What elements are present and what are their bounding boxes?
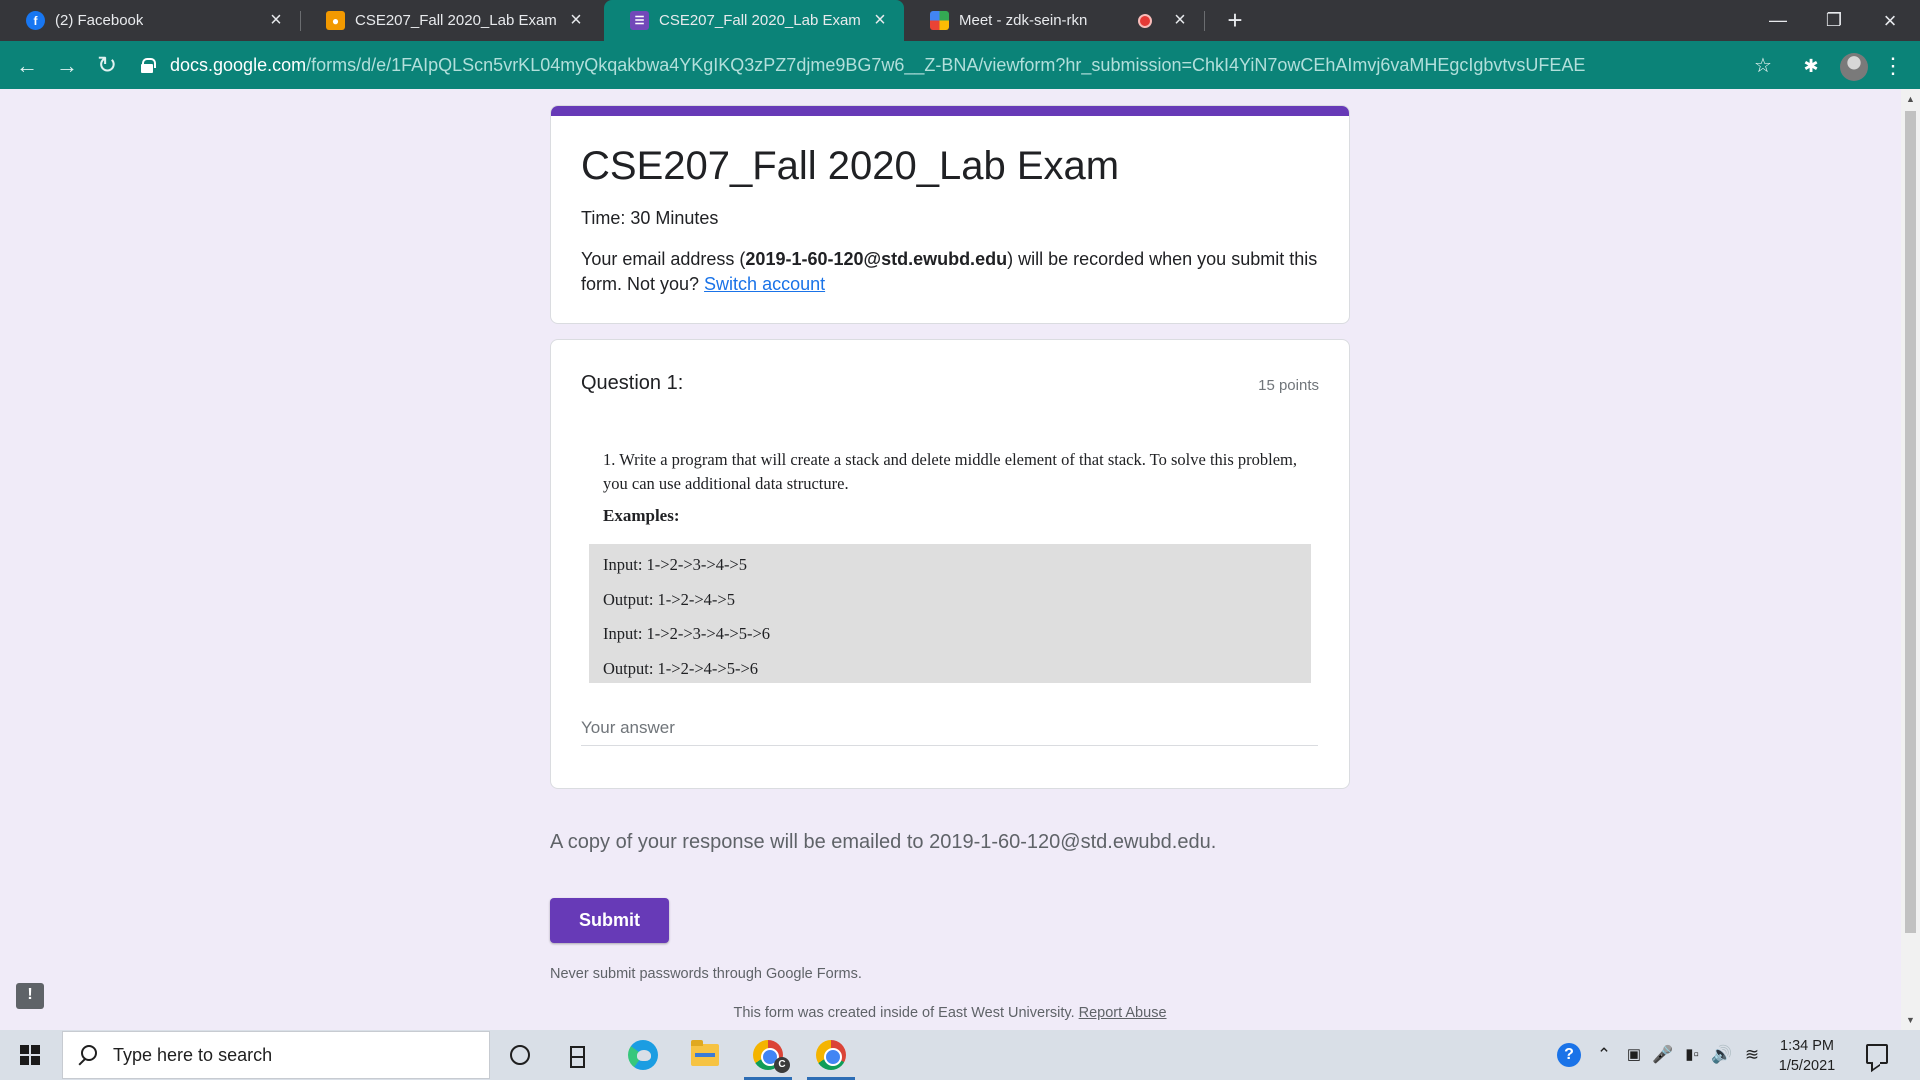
task-view-button[interactable] xyxy=(552,1030,608,1080)
volume-icon[interactable]: 🔊 xyxy=(1710,1044,1734,1066)
forward-arrow-icon[interactable]: → xyxy=(51,50,83,82)
email-notice: Your email address (2019-1-60-120@std.ew… xyxy=(581,247,1326,297)
submit-button[interactable]: Submit xyxy=(550,898,669,943)
scroll-up-arrow-icon[interactable]: ▲ xyxy=(1901,91,1920,107)
response-copy-notice: A copy of your response will be emailed … xyxy=(550,831,1217,853)
form-title: CSE207_Fall 2020_Lab Exam xyxy=(581,144,1120,188)
windows-taskbar: Type here to search C ? ⌃ ▣ 🎤 ▮▫ 🔊 ≋ 1:3… xyxy=(0,1030,1920,1080)
url-path: /forms/d/e/1FAIpQLScn5vrKL04myQkqakbwa4Y… xyxy=(306,54,1586,75)
edge-app[interactable] xyxy=(615,1030,671,1080)
task-view-icon xyxy=(570,1046,590,1068)
chrome-profile-app[interactable]: C xyxy=(740,1030,796,1080)
question-points: 15 points xyxy=(1258,377,1319,394)
tab-title: CSE207_Fall 2020_Lab Exam xyxy=(659,12,861,29)
google-classroom-icon: ● xyxy=(326,11,345,30)
switch-account-link[interactable]: Switch account xyxy=(704,274,825,294)
chrome-profile-badge: C xyxy=(774,1057,790,1073)
search-placeholder: Type here to search xyxy=(113,1044,273,1065)
report-abuse-link[interactable]: Report Abuse xyxy=(1079,1005,1167,1021)
tab-google-classroom[interactable]: ● CSE207_Fall 2020_Lab Exam × xyxy=(300,0,600,41)
url-host: docs.google.com xyxy=(170,54,307,75)
form-description: Time: 30 Minutes xyxy=(581,208,719,228)
minimize-button[interactable]: — xyxy=(1750,0,1806,41)
page-scrollbar[interactable]: ▲ ▼ xyxy=(1901,89,1920,1030)
reload-icon[interactable]: ↻ xyxy=(91,50,123,82)
tab-title: (2) Facebook xyxy=(55,12,144,29)
microphone-icon[interactable]: 🎤 xyxy=(1652,1044,1673,1066)
question-title: Question 1: xyxy=(581,372,684,394)
address-bar[interactable]: docs.google.com/forms/d/e/1FAIpQLScn5vrK… xyxy=(140,48,1770,82)
tab-title: CSE207_Fall 2020_Lab Exam xyxy=(355,12,557,29)
close-icon[interactable]: × xyxy=(266,10,286,30)
tab-title: Meet - zdk-sein-rkn xyxy=(959,12,1088,29)
notification-center-icon[interactable] xyxy=(1866,1044,1888,1064)
recording-indicator-icon xyxy=(1138,14,1152,28)
close-icon[interactable]: × xyxy=(566,10,586,30)
facebook-icon: f xyxy=(26,11,45,30)
chevron-up-icon[interactable]: ⌃ xyxy=(1594,1044,1614,1066)
lock-icon xyxy=(140,58,156,73)
respondent-email: 2019-1-60-120@std.ewubd.edu xyxy=(745,249,1008,269)
google-meet-icon xyxy=(930,11,949,30)
new-tab-button[interactable]: + xyxy=(1221,6,1249,34)
browser-toolbar: ← → ↻ docs.google.com/forms/d/e/1FAIpQLS… xyxy=(0,41,1920,89)
question-card: Question 1: 15 points 1. Write a program… xyxy=(550,339,1350,789)
close-icon[interactable]: × xyxy=(1170,10,1190,30)
wifi-icon[interactable]: ≋ xyxy=(1740,1044,1764,1066)
taskbar-search-box[interactable]: Type here to search xyxy=(62,1031,490,1079)
email-notice-prefix: Your email address ( xyxy=(581,249,746,269)
clock-time: 1:34 PM xyxy=(1780,1038,1834,1054)
system-clock[interactable]: 1:34 PM 1/5/2021 xyxy=(1772,1036,1842,1076)
example-line: Input: 1->2->3->4->5 xyxy=(603,555,747,574)
search-icon xyxy=(77,1045,97,1065)
answer-input[interactable] xyxy=(581,710,1318,746)
close-icon[interactable]: × xyxy=(870,10,890,30)
window-close-button[interactable]: × xyxy=(1862,0,1918,41)
form-header-card: CSE207_Fall 2020_Lab Exam Time: 30 Minut… xyxy=(550,105,1350,324)
bookmark-star-icon[interactable]: ☆ xyxy=(1750,53,1776,79)
form-accent-bar xyxy=(551,106,1349,116)
feedback-icon[interactable]: ! xyxy=(16,983,44,1009)
file-explorer-app[interactable] xyxy=(677,1030,733,1080)
help-icon[interactable]: ? xyxy=(1557,1043,1581,1067)
tab-separator xyxy=(1204,11,1205,31)
url-text: docs.google.com/forms/d/e/1FAIpQLScn5vrK… xyxy=(170,55,1585,76)
browser-tab-strip: f (2) Facebook × ● CSE207_Fall 2020_Lab … xyxy=(0,0,1920,41)
form-page: CSE207_Fall 2020_Lab Exam Time: 30 Minut… xyxy=(0,89,1920,1030)
folder-icon xyxy=(691,1040,719,1066)
password-warning: Never submit passwords through Google Fo… xyxy=(550,966,862,982)
chrome-app[interactable] xyxy=(803,1030,859,1080)
google-forms-icon: ☰ xyxy=(630,11,649,30)
clock-date: 1/5/2021 xyxy=(1778,1058,1836,1074)
examples-heading: Examples: xyxy=(603,506,680,525)
profile-avatar[interactable] xyxy=(1840,53,1868,81)
tab-google-forms[interactable]: ☰ CSE207_Fall 2020_Lab Exam × xyxy=(604,0,904,41)
example-line: Output: 1->2->4->5->6 xyxy=(603,658,758,678)
chrome-icon xyxy=(816,1040,846,1070)
examples-box: Input: 1->2->3->4->5 Output: 1->2->4->5 … xyxy=(589,544,1311,683)
meet-now-icon[interactable]: ▣ xyxy=(1624,1044,1644,1066)
start-button[interactable] xyxy=(0,1030,60,1080)
question-text: 1. Write a program that will create a st… xyxy=(603,450,1298,493)
example-line: Output: 1->2->4->5 xyxy=(603,589,735,609)
restore-button[interactable]: ❐ xyxy=(1806,0,1862,41)
windows-logo-icon xyxy=(20,1045,40,1065)
form-footer: This form was created inside of East Wes… xyxy=(0,1005,1900,1021)
cortana-button[interactable] xyxy=(492,1030,548,1080)
example-line: Input: 1->2->3->4->5->6 xyxy=(603,624,771,643)
kebab-menu-icon[interactable]: ⋮ xyxy=(1880,53,1906,79)
cortana-icon xyxy=(510,1045,530,1065)
back-arrow-icon[interactable]: ← xyxy=(11,50,43,82)
scroll-down-arrow-icon[interactable]: ▼ xyxy=(1901,1012,1920,1028)
created-notice: This form was created inside of East Wes… xyxy=(733,1005,1075,1021)
tab-google-meet[interactable]: Meet - zdk-sein-rkn × xyxy=(904,0,1205,41)
edge-icon xyxy=(628,1040,658,1070)
extensions-puzzle-icon[interactable]: ✱ xyxy=(1798,53,1824,79)
scrollbar-thumb[interactable] xyxy=(1905,111,1916,933)
tab-facebook[interactable]: f (2) Facebook × xyxy=(0,0,301,41)
battery-icon[interactable]: ▮▫ xyxy=(1680,1044,1704,1066)
